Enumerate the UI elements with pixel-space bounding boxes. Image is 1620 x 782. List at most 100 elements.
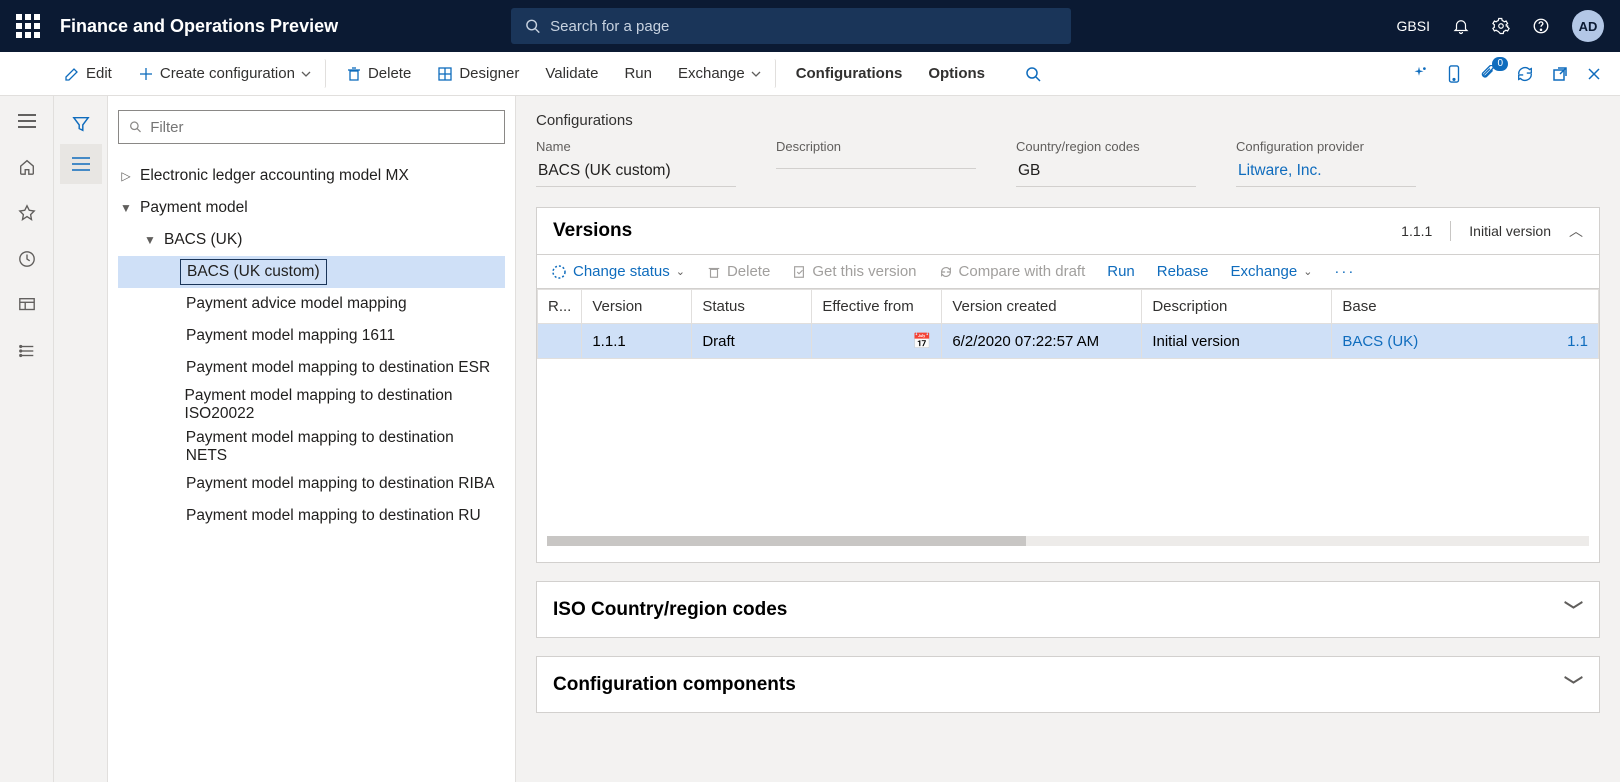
search-button[interactable] bbox=[1015, 60, 1051, 88]
tree-node-mapping-iso20022[interactable]: Payment model mapping to destination ISO… bbox=[118, 384, 505, 426]
global-search-input[interactable] bbox=[550, 18, 1057, 35]
chevron-down-icon: ﹀ bbox=[1564, 671, 1583, 698]
home-icon[interactable] bbox=[7, 148, 47, 186]
col-r[interactable]: R... bbox=[538, 290, 582, 324]
tree-label: Payment model mapping to destination ISO… bbox=[179, 384, 501, 426]
versions-header[interactable]: Versions 1.1.1 Initial version ︿ bbox=[537, 208, 1599, 254]
sparkle-icon[interactable] bbox=[1410, 65, 1428, 83]
version-run-button[interactable]: Run bbox=[1107, 263, 1135, 280]
recent-icon[interactable] bbox=[7, 240, 47, 278]
base-link[interactable]: BACS (UK) bbox=[1342, 333, 1418, 350]
favorites-icon[interactable] bbox=[7, 194, 47, 232]
field-value[interactable]: BACS (UK custom) bbox=[536, 158, 736, 187]
iso-country-header[interactable]: ISO Country/region codes ﹀ bbox=[537, 582, 1599, 637]
field-value[interactable] bbox=[776, 158, 976, 169]
tree-node-bacs-uk-custom[interactable]: BACS (UK custom) bbox=[118, 256, 505, 288]
tree-node-mapping-1611[interactable]: Payment model mapping 1611 bbox=[118, 320, 505, 352]
more-icon[interactable]: ··· bbox=[1334, 263, 1355, 280]
options-tab[interactable]: Options bbox=[918, 59, 995, 88]
versions-card: Versions 1.1.1 Initial version ︿ Change … bbox=[536, 207, 1600, 563]
col-status[interactable]: Status bbox=[692, 290, 812, 324]
tree-node-electronic-ledger[interactable]: ▷Electronic ledger accounting model MX bbox=[118, 160, 505, 192]
base-version-link[interactable]: 1.1 bbox=[1567, 333, 1588, 350]
command-bar: Edit Create configuration Delete Designe… bbox=[0, 52, 1620, 96]
tree-label: BACS (UK) bbox=[158, 228, 248, 252]
bell-icon[interactable] bbox=[1452, 17, 1470, 35]
exchange-button[interactable]: Exchange bbox=[668, 59, 776, 88]
horizontal-scrollbar[interactable] bbox=[547, 536, 1589, 546]
validate-button[interactable]: Validate bbox=[535, 59, 608, 88]
versions-grid-wrap: R... Version Status Effective from Versi… bbox=[537, 288, 1599, 562]
components-header[interactable]: Configuration components ﹀ bbox=[537, 657, 1599, 712]
gear-icon[interactable] bbox=[1492, 17, 1510, 35]
company-label[interactable]: GBSI bbox=[1397, 18, 1430, 34]
modules-icon[interactable] bbox=[7, 332, 47, 370]
tree-label: BACS (UK custom) bbox=[180, 259, 327, 285]
configurations-tab[interactable]: Configurations bbox=[786, 59, 913, 88]
tree-label: Payment model mapping to destination ESR bbox=[180, 356, 496, 380]
field-label: Name bbox=[536, 139, 736, 154]
field-value-link[interactable]: Litware, Inc. bbox=[1236, 158, 1416, 187]
tree-node-mapping-ru[interactable]: Payment model mapping to destination RU bbox=[118, 500, 505, 532]
phone-icon[interactable] bbox=[1446, 65, 1462, 83]
delete-button[interactable]: Delete bbox=[336, 59, 421, 88]
tree-label: Payment advice model mapping bbox=[180, 292, 413, 316]
change-status-button[interactable]: Change status ⌄ bbox=[551, 263, 685, 280]
tree-node-mapping-nets[interactable]: Payment model mapping to destination NET… bbox=[118, 426, 505, 468]
tree-node-bacs-uk[interactable]: ▼BACS (UK) bbox=[118, 224, 505, 256]
edit-button[interactable]: Edit bbox=[54, 59, 122, 88]
chevron-down-icon bbox=[301, 69, 311, 79]
refresh-icon[interactable] bbox=[1516, 65, 1534, 83]
tree-filter[interactable] bbox=[118, 110, 505, 144]
chevron-down-icon: ⌄ bbox=[676, 265, 685, 278]
tree-label: Payment model mapping to destination RIB… bbox=[180, 472, 500, 496]
list-lines-icon[interactable] bbox=[60, 144, 102, 184]
filter-icon[interactable] bbox=[60, 104, 102, 144]
col-base[interactable]: Base bbox=[1332, 290, 1599, 324]
tree-node-payment-model[interactable]: ▼Payment model bbox=[118, 192, 505, 224]
rebase-button[interactable]: Rebase bbox=[1157, 263, 1209, 280]
calendar-icon[interactable]: 📅 bbox=[913, 332, 932, 350]
run-button[interactable]: Run bbox=[614, 59, 662, 88]
iso-title: ISO Country/region codes bbox=[553, 599, 787, 621]
current-version-desc: Initial version bbox=[1469, 223, 1551, 239]
chevron-up-icon: ︿ bbox=[1569, 221, 1583, 241]
options-label: Options bbox=[928, 65, 985, 82]
components-title: Configuration components bbox=[553, 674, 796, 696]
tree-label: Payment model mapping 1611 bbox=[180, 324, 401, 348]
tree-node-mapping-riba[interactable]: Payment model mapping to destination RIB… bbox=[118, 468, 505, 500]
version-delete-button: Delete bbox=[707, 263, 770, 280]
designer-button[interactable]: Designer bbox=[427, 59, 529, 88]
tree-filter-input[interactable] bbox=[150, 119, 494, 136]
create-configuration-button[interactable]: Create configuration bbox=[128, 59, 326, 88]
workspaces-icon[interactable] bbox=[7, 286, 47, 324]
tree-list: ▷Electronic ledger accounting model MX ▼… bbox=[118, 160, 505, 532]
col-desc[interactable]: Description bbox=[1142, 290, 1332, 324]
versions-grid: R... Version Status Effective from Versi… bbox=[537, 289, 1599, 359]
col-effective[interactable]: Effective from bbox=[812, 290, 942, 324]
global-search[interactable] bbox=[511, 8, 1071, 44]
app-launcher-icon[interactable] bbox=[16, 14, 40, 38]
col-created[interactable]: Version created bbox=[942, 290, 1142, 324]
version-exchange-button[interactable]: Exchange ⌄ bbox=[1230, 263, 1312, 280]
tree-node-mapping-esr[interactable]: Payment model mapping to destination ESR bbox=[118, 352, 505, 384]
hamburger-icon[interactable] bbox=[7, 102, 47, 140]
scrollbar-thumb[interactable] bbox=[547, 536, 1026, 546]
user-avatar[interactable]: AD bbox=[1572, 10, 1604, 42]
field-label: Description bbox=[776, 139, 976, 154]
close-icon[interactable] bbox=[1586, 66, 1602, 82]
col-version[interactable]: Version bbox=[582, 290, 692, 324]
top-right-group: GBSI AD bbox=[1397, 10, 1604, 42]
field-description: Description bbox=[776, 139, 976, 187]
help-icon[interactable] bbox=[1532, 17, 1550, 35]
field-value[interactable]: GB bbox=[1016, 158, 1196, 187]
run-label: Run bbox=[624, 65, 652, 82]
attachment-icon[interactable]: 0 bbox=[1480, 65, 1498, 83]
tree-node-payment-advice[interactable]: Payment advice model mapping bbox=[118, 288, 505, 320]
cell-effective[interactable]: 📅 bbox=[812, 324, 942, 359]
rebase-label: Rebase bbox=[1157, 263, 1209, 280]
versions-header-right: 1.1.1 Initial version ︿ bbox=[1401, 221, 1583, 241]
field-label: Country/region codes bbox=[1016, 139, 1196, 154]
popout-icon[interactable] bbox=[1552, 66, 1568, 82]
version-row[interactable]: 1.1.1 Draft 📅 6/2/2020 07:22:57 AM Initi… bbox=[538, 324, 1599, 359]
